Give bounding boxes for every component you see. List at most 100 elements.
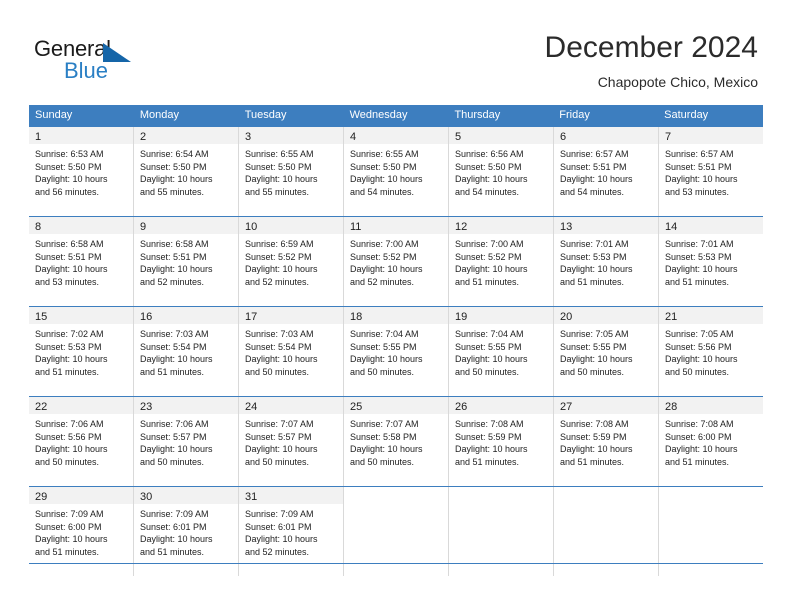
page-title: December 2024 bbox=[544, 31, 758, 64]
day-cell[interactable]: 23 Sunrise: 7:06 AM Sunset: 5:57 PM Dayl… bbox=[134, 397, 239, 486]
day-number: 24 bbox=[245, 401, 258, 413]
sunset-text: Sunset: 5:52 PM bbox=[455, 251, 522, 262]
day-details: Sunrise: 7:08 AM Sunset: 5:59 PM Dayligh… bbox=[554, 414, 658, 468]
day-cell[interactable]: 18 Sunrise: 7:04 AM Sunset: 5:55 PM Dayl… bbox=[344, 307, 449, 396]
day-cell[interactable]: 14 Sunrise: 7:01 AM Sunset: 5:53 PM Dayl… bbox=[659, 217, 763, 306]
day-cell[interactable]: 19 Sunrise: 7:04 AM Sunset: 5:55 PM Dayl… bbox=[449, 307, 554, 396]
daylight-text-line1: Daylight: 10 hours bbox=[455, 264, 528, 275]
sunrise-text: Sunrise: 6:54 AM bbox=[140, 149, 209, 159]
day-details: Sunrise: 7:06 AM Sunset: 5:57 PM Dayligh… bbox=[134, 414, 238, 468]
day-number-band: 16 bbox=[134, 307, 238, 324]
dow-thursday: Thursday bbox=[454, 109, 501, 121]
day-details: Sunrise: 6:53 AM Sunset: 5:50 PM Dayligh… bbox=[29, 144, 133, 198]
day-cell[interactable]: 6 Sunrise: 6:57 AM Sunset: 5:51 PM Dayli… bbox=[554, 127, 659, 216]
sunset-text: Sunset: 5:52 PM bbox=[245, 251, 312, 262]
day-cell[interactable]: 24 Sunrise: 7:07 AM Sunset: 5:57 PM Dayl… bbox=[239, 397, 344, 486]
day-number: 17 bbox=[245, 311, 258, 323]
day-details: Sunrise: 6:58 AM Sunset: 5:51 PM Dayligh… bbox=[134, 234, 238, 288]
day-cell[interactable]: 22 Sunrise: 7:06 AM Sunset: 5:56 PM Dayl… bbox=[29, 397, 134, 486]
daylight-text-line1: Daylight: 10 hours bbox=[35, 264, 108, 275]
daylight-text-line1: Daylight: 10 hours bbox=[665, 264, 738, 275]
day-number: 21 bbox=[665, 311, 678, 323]
sunrise-text: Sunrise: 7:09 AM bbox=[140, 509, 209, 519]
day-cell[interactable]: 13 Sunrise: 7:01 AM Sunset: 5:53 PM Dayl… bbox=[554, 217, 659, 306]
logo-text-blue: Blue bbox=[64, 58, 109, 83]
sunset-text: Sunset: 5:53 PM bbox=[560, 251, 627, 262]
day-cell[interactable]: 16 Sunrise: 7:03 AM Sunset: 5:54 PM Dayl… bbox=[134, 307, 239, 396]
day-cell[interactable]: 17 Sunrise: 7:03 AM Sunset: 5:54 PM Dayl… bbox=[239, 307, 344, 396]
day-cell[interactable]: 21 Sunrise: 7:05 AM Sunset: 5:56 PM Dayl… bbox=[659, 307, 763, 396]
day-cell[interactable]: 12 Sunrise: 7:00 AM Sunset: 5:52 PM Dayl… bbox=[449, 217, 554, 306]
day-details: Sunrise: 7:02 AM Sunset: 5:53 PM Dayligh… bbox=[29, 324, 133, 378]
day-number-band: 3 bbox=[239, 127, 343, 144]
day-details: Sunrise: 7:09 AM Sunset: 6:00 PM Dayligh… bbox=[29, 504, 133, 558]
sunset-text: Sunset: 5:50 PM bbox=[35, 161, 102, 172]
day-details: Sunrise: 7:05 AM Sunset: 5:56 PM Dayligh… bbox=[659, 324, 763, 378]
sunset-text: Sunset: 5:59 PM bbox=[560, 431, 627, 442]
sunset-text: Sunset: 5:51 PM bbox=[35, 251, 102, 262]
day-cell[interactable]: 1 Sunrise: 6:53 AM Sunset: 5:50 PM Dayli… bbox=[29, 127, 134, 216]
day-details: Sunrise: 7:01 AM Sunset: 5:53 PM Dayligh… bbox=[554, 234, 658, 288]
day-cell[interactable]: 28 Sunrise: 7:08 AM Sunset: 6:00 PM Dayl… bbox=[659, 397, 763, 486]
dow-wednesday: Wednesday bbox=[349, 109, 408, 121]
day-number-band: 23 bbox=[134, 397, 238, 414]
day-number-band: 21 bbox=[659, 307, 763, 324]
daylight-text-line2: and 51 minutes. bbox=[665, 276, 730, 287]
sunset-text: Sunset: 5:50 PM bbox=[140, 161, 207, 172]
sunset-text: Sunset: 6:00 PM bbox=[35, 521, 102, 532]
calendar-week-row: 22 Sunrise: 7:06 AM Sunset: 5:56 PM Dayl… bbox=[29, 396, 763, 486]
sunrise-text: Sunrise: 7:09 AM bbox=[245, 509, 314, 519]
day-number-band: 4 bbox=[344, 127, 448, 144]
day-cell[interactable]: 2 Sunrise: 6:54 AM Sunset: 5:50 PM Dayli… bbox=[134, 127, 239, 216]
day-number-band: 31 bbox=[239, 487, 343, 504]
day-number: 20 bbox=[560, 311, 573, 323]
day-number-band: 8 bbox=[29, 217, 133, 234]
generalblue-logo[interactable]: General Blue bbox=[34, 36, 214, 84]
day-number: 28 bbox=[665, 401, 678, 413]
day-cell[interactable]: 9 Sunrise: 6:58 AM Sunset: 5:51 PM Dayli… bbox=[134, 217, 239, 306]
sunrise-text: Sunrise: 7:04 AM bbox=[455, 329, 524, 339]
day-number: 12 bbox=[455, 221, 468, 233]
day-cell[interactable]: 5 Sunrise: 6:56 AM Sunset: 5:50 PM Dayli… bbox=[449, 127, 554, 216]
sunset-text: Sunset: 5:54 PM bbox=[245, 341, 312, 352]
daylight-text-line1: Daylight: 10 hours bbox=[140, 264, 213, 275]
day-number: 16 bbox=[140, 311, 153, 323]
day-cell[interactable]: 25 Sunrise: 7:07 AM Sunset: 5:58 PM Dayl… bbox=[344, 397, 449, 486]
sunrise-text: Sunrise: 6:53 AM bbox=[35, 149, 104, 159]
day-cell[interactable]: 3 Sunrise: 6:55 AM Sunset: 5:50 PM Dayli… bbox=[239, 127, 344, 216]
dow-saturday: Saturday bbox=[664, 109, 709, 121]
daylight-text-line2: and 54 minutes. bbox=[560, 186, 625, 197]
daylight-text-line1: Daylight: 10 hours bbox=[455, 444, 528, 455]
daylight-text-line1: Daylight: 10 hours bbox=[245, 174, 318, 185]
day-number-band: 18 bbox=[344, 307, 448, 324]
day-cell[interactable]: 26 Sunrise: 7:08 AM Sunset: 5:59 PM Dayl… bbox=[449, 397, 554, 486]
day-cell[interactable]: 15 Sunrise: 7:02 AM Sunset: 5:53 PM Dayl… bbox=[29, 307, 134, 396]
daylight-text-line2: and 51 minutes. bbox=[560, 276, 625, 287]
sunset-text: Sunset: 5:56 PM bbox=[665, 341, 732, 352]
daylight-text-line1: Daylight: 10 hours bbox=[350, 444, 423, 455]
sunrise-text: Sunrise: 7:05 AM bbox=[665, 329, 734, 339]
sunrise-text: Sunrise: 7:01 AM bbox=[665, 239, 734, 249]
day-details: Sunrise: 6:56 AM Sunset: 5:50 PM Dayligh… bbox=[449, 144, 553, 198]
day-cell[interactable]: 7 Sunrise: 6:57 AM Sunset: 5:51 PM Dayli… bbox=[659, 127, 763, 216]
sunset-text: Sunset: 5:50 PM bbox=[245, 161, 312, 172]
day-cell[interactable]: 20 Sunrise: 7:05 AM Sunset: 5:55 PM Dayl… bbox=[554, 307, 659, 396]
day-details: Sunrise: 7:04 AM Sunset: 5:55 PM Dayligh… bbox=[449, 324, 553, 378]
sunset-text: Sunset: 5:50 PM bbox=[350, 161, 417, 172]
day-details: Sunrise: 7:08 AM Sunset: 6:00 PM Dayligh… bbox=[659, 414, 763, 468]
day-number-band: 11 bbox=[344, 217, 448, 234]
day-cell[interactable]: 8 Sunrise: 6:58 AM Sunset: 5:51 PM Dayli… bbox=[29, 217, 134, 306]
sunrise-text: Sunrise: 7:06 AM bbox=[140, 419, 209, 429]
sunrise-text: Sunrise: 7:00 AM bbox=[455, 239, 524, 249]
day-details: Sunrise: 7:05 AM Sunset: 5:55 PM Dayligh… bbox=[554, 324, 658, 378]
day-number: 7 bbox=[665, 131, 672, 143]
day-cell[interactable]: 27 Sunrise: 7:08 AM Sunset: 5:59 PM Dayl… bbox=[554, 397, 659, 486]
daylight-text-line1: Daylight: 10 hours bbox=[665, 354, 738, 365]
daylight-text-line2: and 52 minutes. bbox=[245, 546, 310, 557]
page-header: General Blue December 2024 Chapopote Chi… bbox=[0, 0, 792, 100]
sunrise-text: Sunrise: 6:57 AM bbox=[665, 149, 734, 159]
day-cell[interactable]: 10 Sunrise: 6:59 AM Sunset: 5:52 PM Dayl… bbox=[239, 217, 344, 306]
day-cell[interactable]: 11 Sunrise: 7:00 AM Sunset: 5:52 PM Dayl… bbox=[344, 217, 449, 306]
daylight-text-line1: Daylight: 10 hours bbox=[140, 354, 213, 365]
day-cell[interactable]: 4 Sunrise: 6:55 AM Sunset: 5:50 PM Dayli… bbox=[344, 127, 449, 216]
